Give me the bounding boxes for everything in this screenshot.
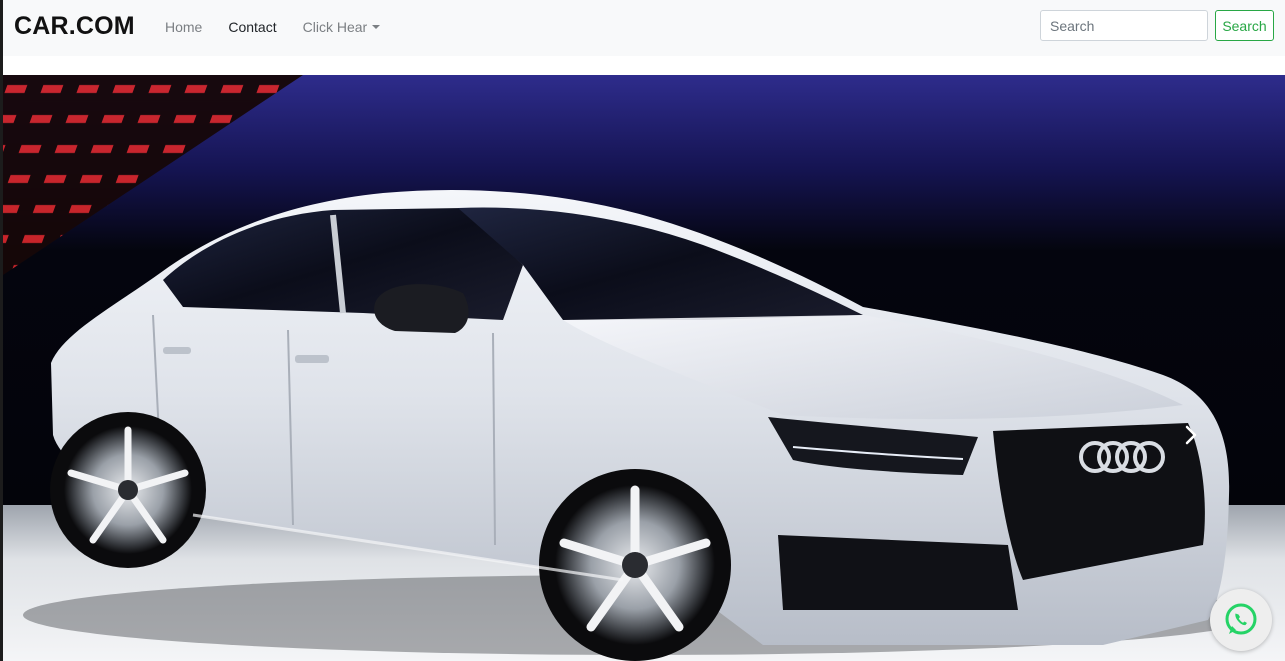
nav-dropdown-label: Click Hear — [302, 19, 368, 35]
chevron-right-icon[interactable] — [1183, 423, 1199, 447]
page: CAR.COM Home Contact Click Hear Search — [0, 0, 1285, 661]
nav-link-home[interactable]: Home — [165, 17, 202, 37]
search-input[interactable] — [1040, 10, 1208, 41]
brand-logo[interactable]: CAR.COM — [14, 11, 135, 41]
nav-links: Home Contact Click Hear — [165, 17, 406, 37]
hero-car-image — [3, 75, 1285, 661]
nav-dropdown-click-hear[interactable]: Click Hear — [303, 17, 381, 37]
search-button[interactable]: Search — [1215, 10, 1274, 41]
caret-down-icon — [372, 25, 381, 30]
hero-carousel — [3, 75, 1285, 661]
whatsapp-icon — [1225, 603, 1257, 635]
navbar: CAR.COM Home Contact Click Hear Search — [3, 0, 1285, 56]
nav-link-contact[interactable]: Contact — [228, 17, 276, 37]
whatsapp-button[interactable] — [1210, 589, 1272, 651]
